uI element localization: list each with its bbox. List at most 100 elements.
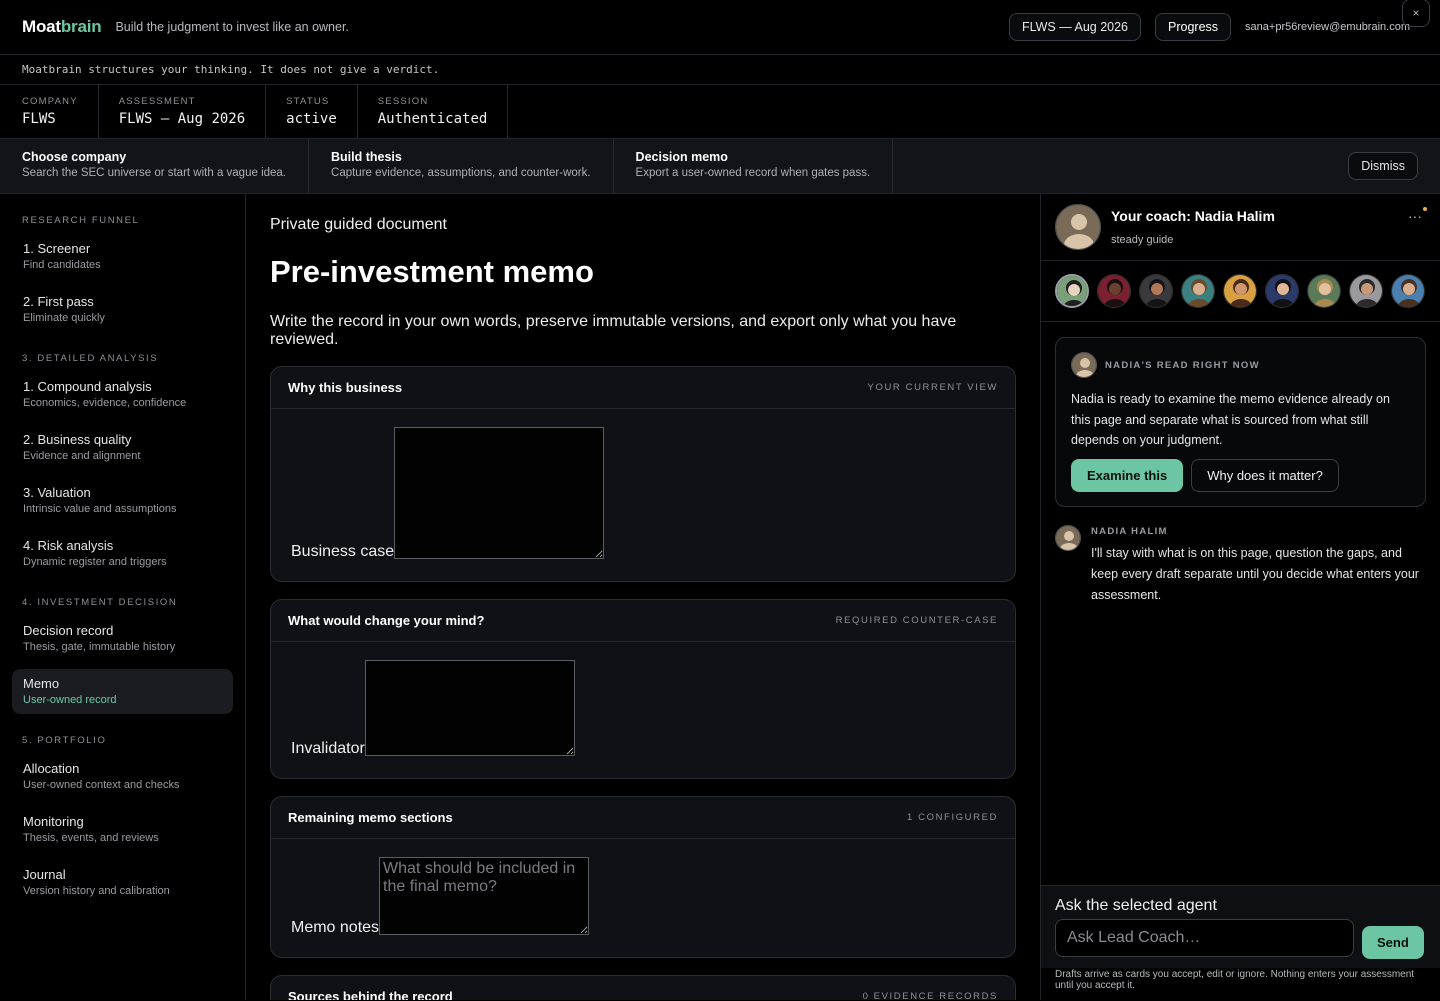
business-case-label: Business case: [291, 543, 395, 560]
step-1[interactable]: Choose company Search the SEC universe or…: [0, 138, 310, 194]
business-case-input[interactable]: [394, 427, 605, 559]
step-desc: Export a user-owned record when gates pa…: [635, 166, 871, 179]
sidebar-item-desc: Evidence and alignment: [23, 450, 141, 462]
invalidator-input[interactable]: [364, 660, 575, 756]
agent-avatar-4[interactable]: [1181, 274, 1215, 308]
agent-avatar-9[interactable]: [1391, 274, 1425, 308]
coach-name: Your coach: Nadia Halim: [1111, 208, 1275, 224]
step-title: Build thesis: [331, 149, 402, 164]
sidebar-item-journal[interactable]: Journal Version history and calibration: [12, 860, 233, 905]
step-desc: Capture evidence, assumptions, and count…: [331, 166, 591, 179]
sidebar-item-3-valuation[interactable]: 3. Valuation Intrinsic value and assumpti…: [12, 478, 233, 523]
sidebar-item-title: 4. Risk analysis: [23, 538, 114, 553]
sidebar-item-title: 1. Screener: [23, 241, 91, 256]
read-label: NADIA'S READ RIGHT NOW: [1105, 359, 1260, 371]
dismiss-button[interactable]: Dismiss: [1348, 152, 1418, 180]
step-title: Decision memo: [635, 149, 728, 164]
sidebar: RESEARCH FUNNEL 1. Screener Find candidate…: [0, 194, 246, 1000]
page-lead: Write the record in your own words, pres…: [270, 313, 957, 348]
agent-avatar-1[interactable]: [1055, 274, 1089, 308]
brand-logo[interactable]: Moatbrain: [22, 17, 102, 37]
sidebar-item-title: 2. First pass: [23, 294, 94, 309]
meta-session: SESSION Authenticated: [358, 85, 509, 138]
meta-label: SESSION: [377, 96, 429, 107]
meta-label: ASSESSMENT: [118, 96, 196, 107]
sidebar-item-2-first-pass[interactable]: 2. First pass Eliminate quickly: [12, 287, 233, 332]
main-content: Private guided document Pre-investment m…: [246, 194, 1040, 1000]
sidebar-item-title: Allocation: [23, 761, 80, 776]
agent-avatar-6[interactable]: [1265, 274, 1299, 308]
step-2[interactable]: Build thesis Capture evidence, assumption…: [309, 138, 614, 194]
read-text: Nadia is ready to examine the memo evide…: [1071, 392, 1390, 447]
sidebar-item-title: 3. Valuation: [23, 485, 91, 500]
coach-panel: Your coach: Nadia Halim steady guide ···…: [1040, 194, 1440, 1001]
ask-label: Ask the selected agent: [1055, 897, 1217, 914]
sidebar-section-label: 3. DETAILED ANALYSIS: [22, 353, 159, 364]
sidebar-item-2-business-quality[interactable]: 2. Business quality Evidence and alignmen…: [12, 425, 233, 470]
sidebar-item-1-screener[interactable]: 1. Screener Find candidates: [12, 234, 233, 279]
notification-dot: [1423, 207, 1427, 211]
sidebar-item-4-risk-analysis[interactable]: 4. Risk analysis Dynamic register and tri…: [12, 531, 233, 576]
card-tag: REQUIRED COUNTER-CASE: [835, 615, 998, 626]
coach-style: steady guide: [1111, 234, 1174, 246]
onboarding-steps: Choose company Search the SEC universe or…: [0, 138, 1440, 194]
assessment-switcher[interactable]: FLWS — Aug 2026: [1008, 13, 1142, 41]
close-icon[interactable]: ×: [1402, 0, 1430, 27]
sidebar-item-allocation[interactable]: Allocation User-owned context and checks: [12, 754, 233, 799]
invalidator-label: Invalidator: [291, 740, 365, 757]
sidebar-section-label: 5. PORTFOLIO: [22, 735, 107, 746]
assessment-meta: COMPANY FLWS ASSESSMENT FLWS — Aug 2026 STAT…: [0, 85, 1440, 139]
card-title: Why this business: [288, 380, 403, 395]
agent-avatar-3[interactable]: [1139, 274, 1173, 308]
examine-button[interactable]: Examine this: [1071, 458, 1184, 492]
sidebar-item-title: Decision record: [23, 623, 114, 638]
step-title: Choose company: [22, 149, 127, 164]
coach-mini-avatar: [1055, 524, 1081, 551]
meta-label: COMPANY: [22, 96, 78, 107]
card-title: Sources behind the record: [288, 989, 453, 1000]
coach-header: Your coach: Nadia Halim steady guide ···: [1041, 194, 1440, 261]
message-author: NADIA HALIM: [1091, 525, 1168, 537]
memo-notes-label: Memo notes: [291, 919, 380, 936]
step-3[interactable]: Decision memo Export a user-owned record …: [614, 138, 894, 194]
sidebar-item-title: 2. Business quality: [23, 432, 132, 447]
more-options-icon[interactable]: ···: [1408, 208, 1422, 224]
agent-avatar-5[interactable]: [1223, 274, 1257, 308]
meta-status: STATUS active: [266, 85, 358, 138]
agent-avatar-7[interactable]: [1307, 274, 1341, 308]
meta-value: FLWS — Aug 2026: [118, 111, 246, 127]
tagline: Build the judgment to invest like an own…: [115, 20, 349, 34]
step-desc: Search the SEC universe or start with a …: [22, 166, 287, 179]
sidebar-item-1-compound-analysis[interactable]: 1. Compound analysis Economics, evidence,…: [12, 372, 233, 417]
card-sources: Sources behind the record 0 EVIDENCE REC…: [270, 975, 1016, 1000]
agent-avatar-8[interactable]: [1349, 274, 1383, 308]
meta-company: COMPANY FLWS: [0, 85, 99, 138]
sidebar-item-desc: Intrinsic value and assumptions: [23, 503, 177, 515]
memo-notes-input[interactable]: [379, 857, 590, 935]
sidebar-item-decision-record[interactable]: Decision record Thesis, gate, immutable h…: [12, 616, 233, 661]
sidebar-item-title: Monitoring: [23, 814, 84, 829]
top-bar: Moatbrain Build the judgment to invest l…: [0, 0, 1440, 55]
sidebar-item-title: Journal: [23, 867, 66, 882]
sidebar-item-desc: Thesis, events, and reviews: [23, 832, 159, 844]
card-remaining-sections: Remaining memo sections 1 CONFIGURED Mem…: [270, 796, 1016, 958]
send-button[interactable]: Send: [1362, 926, 1424, 959]
ask-agent-composer: Ask the selected agent Send Drafts arriv…: [1041, 885, 1440, 1001]
sidebar-section-label: 4. INVESTMENT DECISION: [22, 597, 178, 608]
card-title: Remaining memo sections: [288, 810, 453, 825]
sidebar-item-memo[interactable]: Memo User-owned record: [12, 669, 233, 714]
disclaimer-banner: Moatbrain structures your thinking. It d…: [0, 55, 1440, 85]
sidebar-item-monitoring[interactable]: Monitoring Thesis, events, and reviews: [12, 807, 233, 852]
message-text: I'll stay with what is on this page, que…: [1091, 545, 1419, 602]
coach-mini-avatar: [1071, 352, 1097, 378]
composer-note: Drafts arrive as cards you accept, edit …: [1041, 968, 1440, 1001]
agent-selector: [1041, 261, 1440, 322]
ask-input[interactable]: [1055, 918, 1354, 957]
agent-avatar-2[interactable]: [1097, 274, 1131, 308]
why-matters-button[interactable]: Why does it matter?: [1191, 458, 1339, 492]
sidebar-item-desc: User-owned record: [23, 694, 117, 706]
progress-button[interactable]: Progress: [1155, 13, 1232, 41]
card-why-business: Why this business YOUR CURRENT VIEW Busi…: [270, 366, 1016, 582]
coach-avatar[interactable]: [1055, 204, 1101, 250]
meta-label: STATUS: [286, 96, 330, 107]
